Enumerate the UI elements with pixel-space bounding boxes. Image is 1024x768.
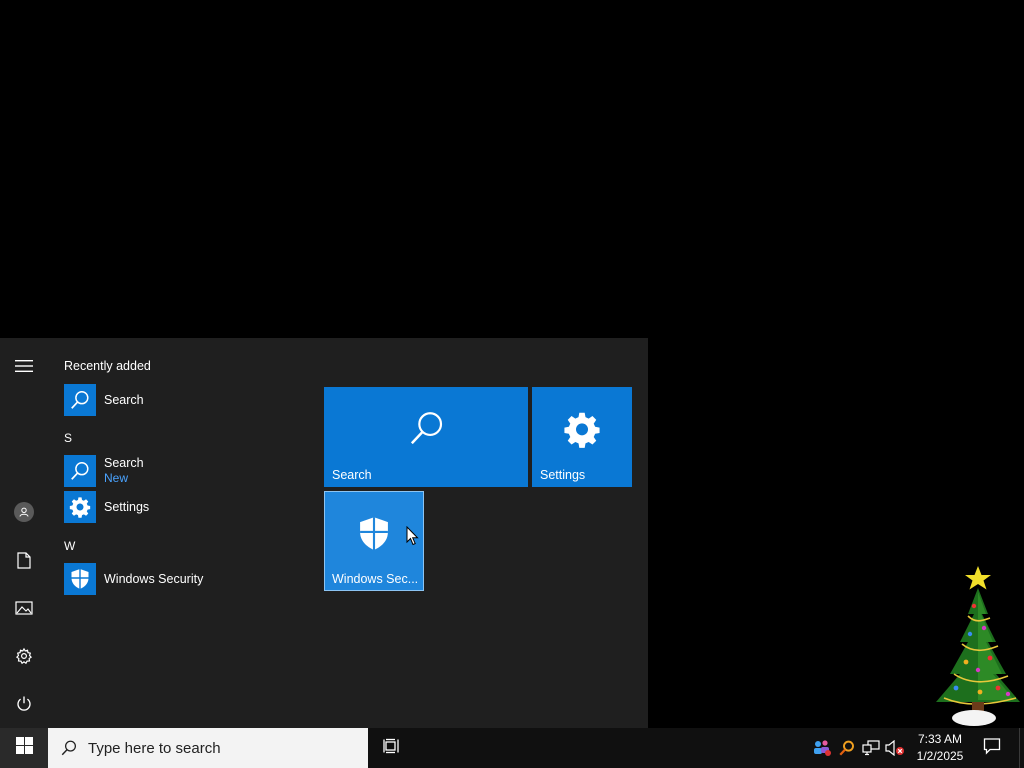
search-input[interactable] [88,739,348,757]
search-icon [64,384,96,416]
gear-icon [563,410,601,453]
tile-label: Windows Sec... [332,572,419,586]
app-item-search-recent[interactable]: Search [64,383,304,417]
group-letter-w[interactable]: W [64,539,75,553]
tile-search[interactable]: Search [324,387,528,487]
search-icon [64,455,96,487]
shield-icon [357,516,391,557]
volume-muted-icon[interactable] [883,728,907,768]
pictures-icon[interactable] [0,584,48,632]
tile-label: Settings [540,468,586,482]
notification-icon [983,737,1001,760]
taskbar-search-box[interactable] [48,728,368,768]
search-icon [406,409,446,454]
user-avatar-icon [14,502,34,522]
app-item-search[interactable]: Search New [64,454,304,488]
start-menu: Recently added Search S Search New Setti… [0,338,648,728]
mouse-cursor-icon [406,525,419,551]
group-letter-s[interactable]: S [64,431,72,445]
power-icon[interactable] [0,680,48,728]
shield-icon [64,563,96,595]
clock[interactable]: 7:33 AM 1/2/2025 [908,728,972,768]
app-item-label: Search [104,456,144,470]
clock-date: 1/2/2025 [916,749,964,763]
start-button[interactable] [0,728,48,768]
tile-settings[interactable]: Settings [532,387,632,487]
christmas-tree-decoration [924,562,1024,730]
settings-icon[interactable] [0,632,48,680]
gear-icon [64,491,96,523]
show-desktop-button[interactable] [1019,728,1024,768]
new-badge: New [104,471,129,485]
app-list: Recently added Search S Search New Setti… [48,338,308,728]
taskbar: 7:33 AM 1/2/2025 [0,728,1024,768]
app-item-label: Windows Security [104,571,204,586]
people-icon[interactable] [810,728,834,768]
app-item-settings[interactable]: Settings [64,490,304,524]
network-icon[interactable] [859,728,883,768]
app-item-label: Search [104,392,144,407]
app-item-label: Settings [104,499,150,514]
search-tool-icon[interactable] [835,728,859,768]
app-item-windows-security[interactable]: Windows Security [64,562,304,596]
task-view-icon [383,738,401,759]
task-view-button[interactable] [372,728,412,768]
clock-time: 7:33 AM [917,732,963,746]
documents-icon[interactable] [0,536,48,584]
start-rail [0,338,48,728]
hamburger-menu-icon[interactable] [0,342,48,390]
user-avatar-button[interactable] [0,488,48,536]
search-icon [60,739,78,757]
action-center-button[interactable] [972,728,1012,768]
windows-logo-icon [15,737,33,759]
tile-label: Search [332,468,372,482]
recently-added-heading: Recently added [64,359,151,373]
